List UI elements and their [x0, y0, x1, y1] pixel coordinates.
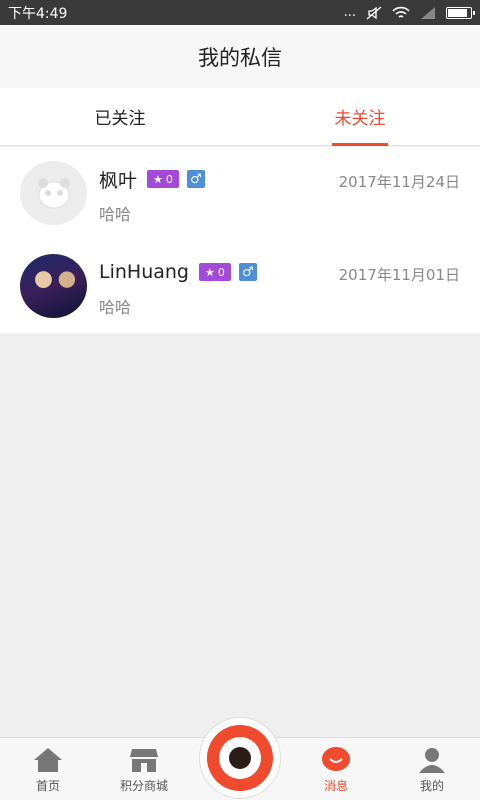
status-icons: ...	[343, 5, 475, 20]
message-date: 2017年11月24日	[338, 173, 460, 191]
center-ring	[207, 725, 273, 791]
default-avatar-icon[interactable]	[20, 161, 87, 225]
nav-mine[interactable]: 我的	[384, 738, 480, 800]
male-icon: ♂	[186, 170, 205, 188]
badge-count: 0	[165, 172, 173, 186]
mute-icon	[366, 6, 382, 19]
sender-name: LinHuang	[99, 261, 189, 283]
battery-icon	[446, 6, 475, 19]
level-badge: ★ 0	[147, 170, 179, 188]
tab-following[interactable]: 已关注	[0, 88, 240, 145]
level-badge: ★ 0	[198, 263, 231, 281]
signal-icon	[421, 6, 435, 19]
camera-lens-icon	[229, 747, 251, 769]
tab-not-following[interactable]: 未关注	[240, 88, 480, 145]
nav-home-label: 首页	[35, 779, 60, 793]
nav-shop[interactable]: 积分商城	[96, 738, 192, 800]
center-camera-button[interactable]	[200, 718, 280, 798]
sender-name: 枫叶	[99, 169, 138, 192]
nav-mine-label: 我的	[419, 779, 444, 793]
nav-messages-label: 消息	[323, 779, 348, 793]
message-date: 2017年11月01日	[338, 266, 460, 284]
nav-messages[interactable]: 消息	[288, 738, 384, 800]
tab-bar: 已关注 未关注	[0, 88, 480, 146]
message-preview: 哈哈	[99, 298, 132, 317]
message-list: 枫叶 ★ 0 ♂ 2017年11月24日 哈哈 LinHuang ★ 0 ♂ 201…	[0, 147, 480, 333]
nav-home[interactable]: 首页	[0, 738, 96, 800]
more-dots-icon: ...	[343, 5, 356, 20]
message-item[interactable]: 枫叶 ★ 0 ♂ 2017年11月24日 哈哈	[0, 147, 480, 240]
message-info: 枫叶 ★ 0 ♂ 2017年11月24日 哈哈	[99, 161, 460, 240]
status-bar: 下午4:49 ...	[0, 0, 480, 25]
center-core	[219, 737, 261, 779]
nav-shop-label: 积分商城	[119, 779, 168, 793]
wifi-icon	[392, 6, 410, 18]
star-icon: ★	[204, 265, 215, 279]
message-preview: 哈哈	[99, 205, 132, 224]
badge-count: 0	[217, 265, 225, 279]
message-item[interactable]: LinHuang ★ 0 ♂ 2017年11月01日 哈哈	[0, 240, 480, 333]
message-icon	[322, 747, 350, 771]
user-icon	[419, 748, 445, 773]
shop-icon	[130, 749, 158, 772]
home-icon	[34, 748, 62, 772]
male-icon: ♂	[238, 263, 257, 281]
status-time: 下午4:49	[8, 5, 68, 22]
star-icon: ★	[153, 172, 163, 186]
message-info: LinHuang ★ 0 ♂ 2017年11月01日 哈哈	[99, 254, 460, 333]
photo-avatar[interactable]	[20, 254, 87, 318]
page-title: 我的私信	[0, 25, 480, 88]
